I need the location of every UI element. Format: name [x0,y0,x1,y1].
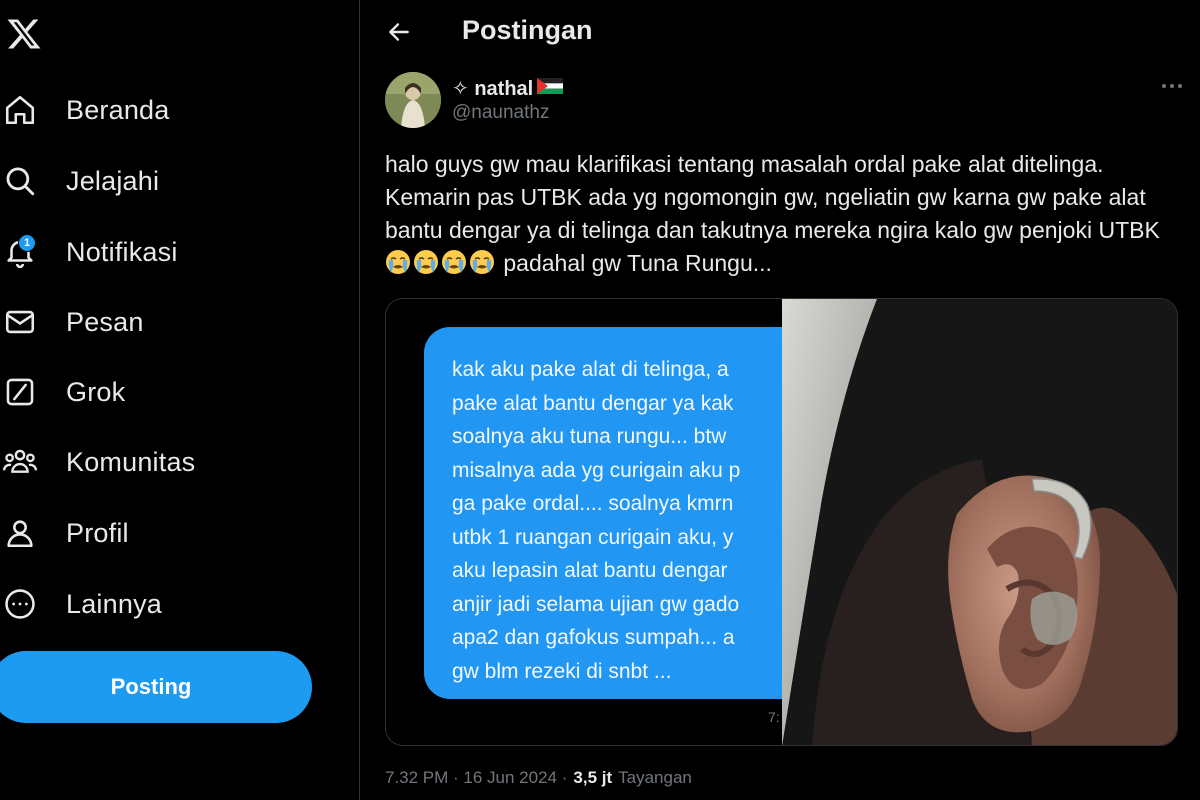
page-title: Postingan [462,15,593,45]
tweet-text-part1: halo guys gw mau klarifikasi tentang mas… [385,151,1160,243]
crying-emoji-icon [469,249,495,275]
sidebar-item-profil[interactable]: Profil [0,507,129,559]
tweet-meta: 7.32 PM · 16 Jun 2024 · 3,5 jt Tayangan [385,768,692,788]
palestine-flag-icon [537,77,564,100]
display-name-text: ✧ nathal [452,78,534,100]
user-handle[interactable]: @naunathz [452,102,549,124]
hearing-aid-photo[interactable] [782,299,1177,745]
sidebar-item-lainnya[interactable]: Lainnya [0,578,162,630]
crying-emoji-group [385,250,497,276]
sidebar-item-grok[interactable]: Grok [0,366,125,418]
chat-line: apa2 dan gafokus sumpah... a [452,626,735,649]
crying-emoji-icon [441,249,467,275]
main-column: Postingan ✧ nathal @naunathz halo guys g… [361,0,1200,800]
views-count: 3,5 jt [573,768,613,787]
display-name[interactable]: ✧ nathal [452,76,564,101]
page-header: Postingan [361,0,1200,64]
chat-line: ga pake ordal.... soalnya kmrn [452,492,734,515]
crying-emoji-icon [385,249,411,275]
x-logo-icon[interactable] [4,14,44,54]
back-arrow-icon[interactable] [383,16,415,48]
sidebar: Beranda Jelajahi 1 Notifikasi Pesan Grok… [0,0,360,800]
sidebar-item-label: Lainnya [66,588,162,619]
chat-screenshot-image[interactable]: kak aku pake alat di telinga, a pake ala… [386,299,782,745]
sidebar-item-label: Pesan [66,306,144,337]
chat-timestamp: 7: [768,709,780,725]
tweet-text-part2: padahal gw Tuna Rungu... [497,250,772,276]
more-circle-icon [0,584,40,624]
chat-line: anjir jadi selama ujian gw gado [452,592,740,616]
sidebar-item-komunitas[interactable]: Komunitas [0,436,195,488]
mail-icon [0,302,40,342]
chat-line: soalnya aku tuna rungu... btw [452,425,727,448]
tweet-text: halo guys gw mau klarifikasi tentang mas… [385,148,1185,280]
sidebar-item-label: Notifikasi [66,236,178,267]
grok-icon [0,372,40,412]
notification-badge: 1 [18,234,36,252]
sidebar-item-label: Jelajahi [66,165,160,196]
tweet-timestamp[interactable]: 7.32 PM · 16 Jun 2024 · [385,768,567,788]
chat-bubble: kak aku pake alat di telinga, a pake ala… [424,327,782,699]
chat-line: utbk 1 ruangan curigain aku, y [452,525,734,549]
chat-line: pake alat bantu dengar ya kak [452,391,734,415]
tweet-media[interactable]: kak aku pake alat di telinga, a pake ala… [385,298,1178,746]
person-icon [0,513,40,553]
sidebar-item-label: Beranda [66,94,170,125]
views-label: Tayangan [618,768,692,787]
sidebar-item-pesan[interactable]: Pesan [0,296,144,348]
people-icon [0,442,40,482]
chat-line: gw blm rezeki di snbt ... [452,659,672,683]
chat-line: kak aku pake alat di telinga, a [452,358,729,381]
post-button[interactable]: Posting [0,651,312,723]
search-icon [0,161,40,201]
sidebar-item-label: Grok [66,376,126,407]
crying-emoji-icon [413,249,439,275]
avatar[interactable] [385,72,441,128]
sidebar-item-notifikasi[interactable]: 1 Notifikasi [0,226,178,278]
sidebar-item-label: Komunitas [66,446,196,477]
more-options-icon[interactable] [1160,74,1184,98]
home-icon [0,90,40,130]
chat-line: aku lepasin alat bantu dengar [452,559,728,582]
bell-icon: 1 [0,232,40,272]
chat-line: misalnya ada yg curigain aku p [452,458,741,482]
sidebar-item-jelajahi[interactable]: Jelajahi [0,155,159,207]
sidebar-item-label: Profil [66,517,129,548]
sidebar-item-beranda[interactable]: Beranda [0,84,169,136]
